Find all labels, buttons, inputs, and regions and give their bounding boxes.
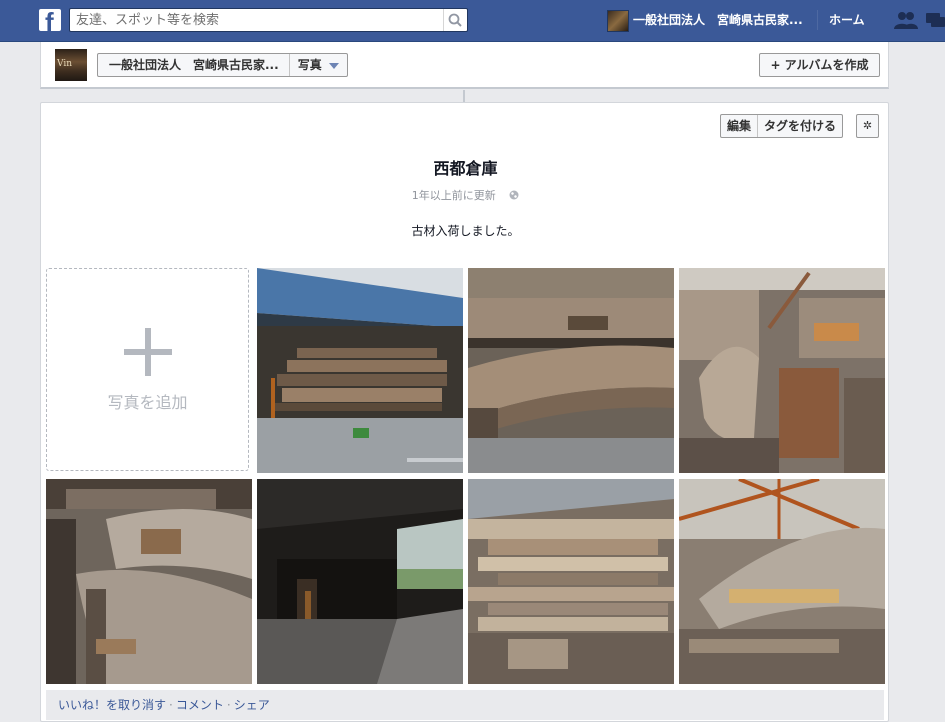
page-header: Vin 一般社団法人 宮崎県古民家... 写真 + アルバムを作成 bbox=[40, 42, 889, 89]
gear-icon[interactable]: ✲ bbox=[856, 114, 879, 138]
story-actions-bar: いいね！を取り消す · コメント · シェア bbox=[46, 690, 884, 720]
page-profile-picture[interactable]: Vin bbox=[55, 49, 87, 81]
messages-icon[interactable] bbox=[926, 11, 945, 31]
unlike-link[interactable]: いいね！を取り消す bbox=[58, 698, 166, 712]
top-navigation-bar: f 一般社団法人 宮崎県古民家... ホーム bbox=[0, 0, 945, 42]
album-description: 古材入荷しました。 bbox=[411, 224, 520, 238]
edit-button[interactable]: 編集 bbox=[721, 115, 757, 137]
create-album-button[interactable]: + アルバムを作成 bbox=[759, 53, 880, 77]
album-photo[interactable] bbox=[679, 268, 885, 473]
comment-link[interactable]: コメント bbox=[176, 698, 224, 712]
add-photo-button[interactable]: 写真を追加 bbox=[46, 268, 249, 471]
tag-button[interactable]: タグを付ける bbox=[757, 115, 842, 137]
page-name-link[interactable]: 一般社団法人 宮崎県古民家... bbox=[633, 11, 803, 28]
logo-text: Vin bbox=[57, 59, 73, 69]
breadcrumb-photos-dropdown[interactable]: 写真 bbox=[290, 54, 347, 76]
breadcrumb-photos-label: 写真 bbox=[297, 58, 322, 72]
facebook-logo-icon[interactable]: f bbox=[39, 9, 61, 31]
page-avatar[interactable] bbox=[607, 10, 629, 32]
friend-requests-icon[interactable] bbox=[894, 11, 918, 31]
separator: · bbox=[226, 698, 231, 712]
album-photo[interactable] bbox=[257, 479, 463, 684]
create-album-label: アルバムを作成 bbox=[784, 58, 869, 72]
divider bbox=[817, 10, 818, 30]
album-actions: 編集 タグを付ける bbox=[720, 114, 844, 138]
plus-icon bbox=[124, 328, 172, 376]
album-title: 西都倉庫 bbox=[433, 159, 498, 178]
search-button[interactable] bbox=[443, 9, 467, 31]
album-photo[interactable] bbox=[46, 479, 252, 684]
updated-text: 1年以上前に更新 bbox=[411, 189, 496, 202]
album-card: 編集 タグを付ける ✲ 西都倉庫 1年以上前に更新 古材入荷しました。 写真を追… bbox=[40, 102, 889, 722]
album-photo[interactable] bbox=[468, 268, 674, 473]
breadcrumb-page-link[interactable]: 一般社団法人 宮崎県古民家... bbox=[98, 54, 290, 76]
album-photo[interactable] bbox=[257, 268, 463, 473]
album-photo[interactable] bbox=[679, 479, 885, 684]
plus-icon: + bbox=[770, 58, 785, 72]
search-icon bbox=[448, 13, 462, 27]
breadcrumb: 一般社団法人 宮崎県古民家... 写真 bbox=[97, 53, 348, 77]
share-link[interactable]: シェア bbox=[234, 698, 270, 712]
add-photo-label: 写真を追加 bbox=[107, 393, 188, 412]
search-box[interactable] bbox=[69, 8, 468, 32]
connector-line bbox=[463, 90, 465, 102]
album-photo[interactable] bbox=[468, 479, 674, 684]
updated-info: 1年以上前に更新 bbox=[41, 187, 890, 203]
search-input[interactable] bbox=[76, 11, 436, 29]
home-link[interactable]: ホーム bbox=[829, 11, 865, 28]
separator: · bbox=[169, 698, 173, 712]
globe-icon[interactable] bbox=[509, 190, 519, 200]
chevron-down-icon bbox=[328, 62, 339, 69]
